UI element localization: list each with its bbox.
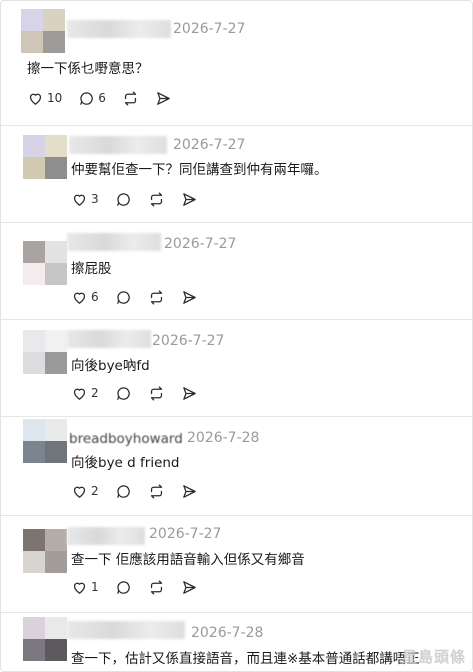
- like-button[interactable]: 3: [71, 191, 99, 208]
- username-blurred[interactable]: [67, 233, 161, 251]
- like-count: 6: [91, 290, 99, 304]
- action-bar: 2: [71, 383, 214, 403]
- comment-text: 擦屁股: [71, 261, 112, 277]
- repost-button[interactable]: [148, 483, 165, 500]
- username-blurred[interactable]: [67, 621, 185, 639]
- avatar[interactable]: [23, 241, 67, 285]
- reply-button[interactable]: [115, 289, 132, 306]
- heart-icon: [73, 194, 86, 206]
- repost-button[interactable]: [148, 385, 165, 402]
- like-button[interactable]: 1: [71, 579, 99, 596]
- avatar[interactable]: [21, 9, 65, 53]
- share-icon: [182, 192, 196, 206]
- repost-icon: [150, 483, 162, 499]
- avatar[interactable]: [23, 529, 67, 573]
- heart-icon: [73, 292, 86, 304]
- comment-text: 向後bye d friend: [71, 455, 180, 471]
- reply-button[interactable]: 6: [78, 90, 106, 107]
- reply-button[interactable]: [115, 579, 132, 596]
- like-button[interactable]: 10: [27, 90, 62, 107]
- comment-post: 2026-7-27 擦一下係乜嘢意思？ 10 6: [1, 1, 472, 126]
- comment-post: 2026-7-27 仲要幫佢查一下？同佢講查到仲有兩年囉。 3: [1, 126, 472, 223]
- like-count: 3: [91, 192, 99, 206]
- comment-text: 查一下 佢應該用語音輸入但係又有鄉音: [71, 552, 305, 568]
- comment-text: 向後bye吶fd: [71, 358, 150, 374]
- reply-icon: [116, 484, 130, 498]
- comment-post: 2026-7-27 查一下 佢應該用語音輸入但係又有鄉音 1: [1, 516, 472, 613]
- repost-button[interactable]: [148, 191, 165, 208]
- reply-icon: [116, 386, 130, 400]
- like-count: 10: [47, 91, 63, 105]
- like-count: 2: [91, 484, 99, 498]
- username-blurred[interactable]: [67, 20, 171, 38]
- action-bar: 6: [71, 287, 214, 307]
- comment-text: 擦一下係乜嘢意思？: [27, 61, 149, 77]
- username-blurred[interactable]: [67, 330, 151, 348]
- share-button[interactable]: [155, 90, 172, 107]
- like-button[interactable]: 2: [71, 483, 99, 500]
- like-count: 2: [91, 386, 99, 400]
- avatar[interactable]: [23, 617, 67, 661]
- post-date: 2026-7-27: [152, 333, 225, 349]
- reply-icon: [116, 192, 130, 206]
- heart-icon: [73, 582, 86, 594]
- repost-icon: [150, 385, 162, 401]
- repost-button[interactable]: [148, 579, 165, 596]
- heart-icon: [73, 486, 86, 498]
- share-button[interactable]: [181, 289, 198, 306]
- action-bar: 1: [71, 577, 214, 597]
- repost-icon: [124, 90, 137, 106]
- like-count: 1: [91, 580, 99, 594]
- username-blurred[interactable]: [69, 136, 167, 154]
- action-bar: 3: [71, 189, 214, 209]
- heart-icon: [29, 93, 42, 105]
- avatar[interactable]: [23, 135, 67, 179]
- share-button[interactable]: [181, 483, 198, 500]
- comment-text: 仲要幫佢查一下？同佢講查到仲有兩年囉。: [71, 162, 328, 178]
- reply-icon: [80, 91, 94, 105]
- share-button[interactable]: [181, 191, 198, 208]
- action-bar: 2: [71, 481, 214, 501]
- share-icon: [182, 290, 196, 304]
- comments-panel: 2026-7-27 擦一下係乜嘢意思？ 10 6 2026-7-27 仲要幫佢查…: [0, 0, 473, 672]
- like-button[interactable]: 2: [71, 385, 99, 402]
- reply-button[interactable]: [115, 191, 132, 208]
- share-icon: [182, 580, 196, 594]
- reply-icon: [116, 290, 130, 304]
- avatar[interactable]: [23, 330, 67, 374]
- post-date: 2026-7-27: [164, 236, 237, 252]
- like-button[interactable]: 6: [71, 289, 99, 306]
- username[interactable]: breadboyhoward: [69, 431, 183, 447]
- reply-button[interactable]: [115, 483, 132, 500]
- share-icon: [182, 484, 196, 498]
- post-date: 2026-7-28: [191, 625, 264, 641]
- repost-icon: [150, 579, 162, 595]
- comment-post: 2026-7-27 向後bye吶fd 2: [1, 320, 472, 417]
- action-bar: 10 6: [27, 88, 188, 108]
- share-icon: [157, 91, 170, 105]
- reply-button[interactable]: [115, 385, 132, 402]
- watermark-logo: 星島頭條: [401, 648, 466, 666]
- post-date: 2026-7-27: [173, 21, 246, 37]
- share-icon: [182, 386, 196, 400]
- heart-icon: [73, 388, 86, 400]
- reply-icon: [116, 580, 130, 594]
- username-blurred[interactable]: [67, 527, 145, 545]
- repost-button[interactable]: [148, 289, 165, 306]
- comment-post: 2026-7-27 擦屁股 6: [1, 223, 472, 320]
- post-date: 2026-7-28: [187, 430, 260, 446]
- share-button[interactable]: [181, 385, 198, 402]
- share-button[interactable]: [181, 579, 198, 596]
- repost-icon: [150, 289, 162, 305]
- repost-button[interactable]: [122, 90, 139, 107]
- comment-post: breadboyhoward 2026-7-28 向後bye d friend …: [1, 417, 472, 516]
- post-date: 2026-7-27: [149, 526, 222, 542]
- avatar[interactable]: [23, 419, 67, 463]
- comment-text: 查一下，估計又係直接語音，而且連※基本普通話都講唔正: [71, 651, 420, 667]
- post-date: 2026-7-27: [173, 137, 246, 153]
- reply-count: 6: [98, 91, 106, 105]
- repost-icon: [150, 191, 162, 207]
